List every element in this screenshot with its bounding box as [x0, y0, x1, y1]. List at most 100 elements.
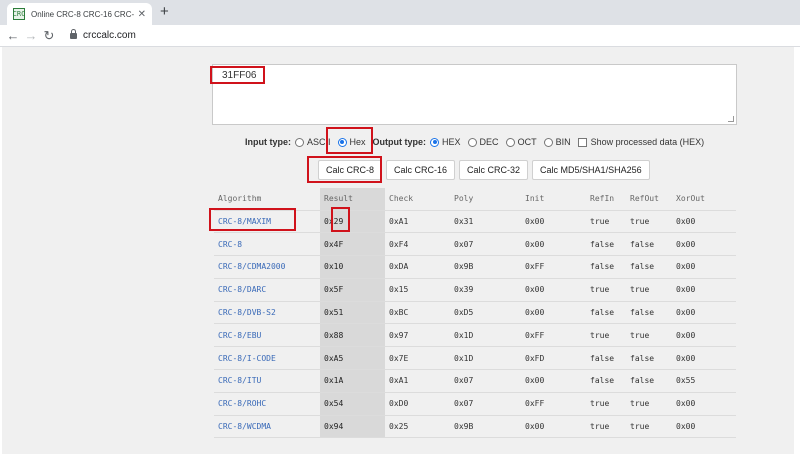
new-tab-icon[interactable]: + [160, 4, 169, 20]
cell-refout: false [626, 301, 672, 325]
calc-button-row: Calc CRC-8 Calc CRC-16 Calc CRC-32 Calc … [318, 160, 654, 180]
header-refout: RefOut [626, 188, 672, 211]
calc-md5-sha-button[interactable]: Calc MD5/SHA1/SHA256 [532, 160, 650, 180]
algorithm-link[interactable]: CRC-8/CDMA2000 [214, 255, 320, 279]
data-input-value: 31FF06 [222, 70, 257, 81]
cell-refin: false [586, 369, 626, 393]
output-oct-label[interactable]: OCT [518, 137, 537, 147]
cell-xorout: 0x00 [672, 415, 736, 439]
input-hex-radio[interactable] [337, 137, 347, 147]
cell-xorout: 0x55 [672, 369, 736, 393]
cell-refin: false [586, 346, 626, 371]
cell-result: 0x29 [320, 210, 385, 234]
output-oct-radio[interactable] [505, 137, 515, 147]
cell-refin: false [586, 232, 626, 257]
cell-init: 0x00 [521, 210, 586, 234]
cell-refout: true [626, 210, 672, 234]
cell-check: 0xF4 [385, 232, 450, 257]
crc-results-table: Algorithm Result Check Poly Init RefIn R… [214, 188, 736, 439]
browser-tab-bar: CRC Online CRC-8 CRC-16 CRC-32 Ca ✕ + [0, 0, 800, 25]
address-bar-url[interactable]: crccalc.com [83, 30, 136, 41]
header-algorithm: Algorithm [214, 188, 320, 211]
cell-init: 0xFF [521, 323, 586, 348]
cell-poly: 0x9B [450, 415, 521, 439]
calc-crc8-button[interactable]: Calc CRC-8 [318, 160, 383, 180]
browser-toolbar: ← → ↻ crccalc.com [0, 25, 800, 47]
cell-poly: 0x07 [450, 392, 521, 416]
cell-result: 0x10 [320, 255, 385, 279]
cell-poly: 0x07 [450, 369, 521, 393]
input-ascii-label[interactable]: ASCII [307, 137, 331, 147]
output-hex-label[interactable]: HEX [442, 137, 461, 147]
algorithm-link[interactable]: CRC-8/I-CODE [214, 346, 320, 371]
cell-init: 0xFF [521, 392, 586, 416]
page-content: 31FF06 Input type: ASCII Hex Output type… [2, 47, 794, 454]
back-arrow-icon[interactable]: ← [4, 28, 22, 43]
browser-tab[interactable]: CRC Online CRC-8 CRC-16 CRC-32 Ca ✕ [7, 3, 152, 25]
cell-check: 0xA1 [385, 369, 450, 393]
cell-poly: 0x39 [450, 278, 521, 302]
cell-refout: true [626, 278, 672, 302]
cell-poly: 0xD5 [450, 301, 521, 325]
algorithm-link[interactable]: CRC-8/MAXIM [214, 210, 320, 234]
table-row: CRC-8/EBU 0x88 0x97 0x1D 0xFF true true 0x00 [214, 323, 736, 348]
cell-refout: false [626, 369, 672, 393]
algorithm-link[interactable]: CRC-8/EBU [214, 323, 320, 348]
cell-init: 0x00 [521, 232, 586, 257]
data-input-textarea[interactable]: 31FF06 [212, 64, 737, 125]
cell-result: 0x51 [320, 301, 385, 325]
cell-refin: true [586, 278, 626, 302]
close-tab-icon[interactable]: ✕ [138, 9, 146, 20]
cell-poly: 0x31 [450, 210, 521, 234]
cell-refin: true [586, 210, 626, 234]
output-bin-label[interactable]: BIN [556, 137, 571, 147]
output-hex-radio[interactable] [430, 137, 440, 147]
cell-check: 0x25 [385, 415, 450, 439]
cell-refin: false [586, 255, 626, 279]
lock-icon [70, 28, 77, 40]
calc-crc16-button[interactable]: Calc CRC-16 [386, 160, 456, 180]
algorithm-link[interactable]: CRC-8/ROHC [214, 392, 320, 416]
show-processed-label[interactable]: Show processed data (HEX) [591, 137, 705, 147]
cell-check: 0xBC [385, 301, 450, 325]
show-processed-checkbox[interactable] [577, 137, 587, 147]
crc-favicon-icon: CRC [12, 8, 26, 20]
calc-crc32-button[interactable]: Calc CRC-32 [459, 160, 529, 180]
cell-xorout: 0x00 [672, 210, 736, 234]
table-row: CRC-8/I-CODE 0xA5 0x7E 0x1D 0xFD false false 0x… [214, 346, 736, 371]
table-row: CRC-8/WCDMA 0x94 0x25 0x9B 0x00 true true 0x00 [214, 415, 736, 439]
cell-poly: 0x9B [450, 255, 521, 279]
output-dec-label[interactable]: DEC [480, 137, 499, 147]
output-dec-radio[interactable] [467, 137, 477, 147]
cell-xorout: 0x00 [672, 346, 736, 371]
output-bin-radio[interactable] [543, 137, 553, 147]
cell-result: 0xA5 [320, 346, 385, 371]
input-hex-label[interactable]: Hex [350, 137, 366, 147]
cell-init: 0x00 [521, 278, 586, 302]
cell-result: 0x1A [320, 369, 385, 393]
cell-refin: true [586, 392, 626, 416]
cell-refout: true [626, 415, 672, 439]
cell-refin: false [586, 301, 626, 325]
cell-refout: false [626, 232, 672, 257]
reload-icon[interactable]: ↻ [40, 28, 58, 44]
cell-refout: true [626, 392, 672, 416]
table-body: CRC-8/MAXIM 0x29 0xA1 0x31 0x00 true true 0x00 C… [214, 210, 736, 439]
cell-refin: true [586, 415, 626, 439]
algorithm-link[interactable]: CRC-8/ITU [214, 369, 320, 393]
header-xorout: XorOut [672, 188, 736, 211]
cell-check: 0xD0 [385, 392, 450, 416]
algorithm-link[interactable]: CRC-8/DARC [214, 278, 320, 302]
algorithm-link[interactable]: CRC-8/WCDMA [214, 415, 320, 439]
resize-handle-icon[interactable] [728, 116, 734, 122]
cell-poly: 0x1D [450, 346, 521, 371]
cell-xorout: 0x00 [672, 278, 736, 302]
algorithm-link[interactable]: CRC-8 [214, 232, 320, 257]
table-row: CRC-8/MAXIM 0x29 0xA1 0x31 0x00 true true 0x00 [214, 210, 736, 234]
cell-refin: true [586, 323, 626, 348]
forward-arrow-icon[interactable]: → [22, 28, 40, 43]
header-refin: RefIn [586, 188, 626, 211]
table-row: CRC-8 0x4F 0xF4 0x07 0x00 false false 0x00 [214, 232, 736, 257]
input-ascii-radio[interactable] [295, 137, 304, 147]
algorithm-link[interactable]: CRC-8/DVB-S2 [214, 301, 320, 325]
